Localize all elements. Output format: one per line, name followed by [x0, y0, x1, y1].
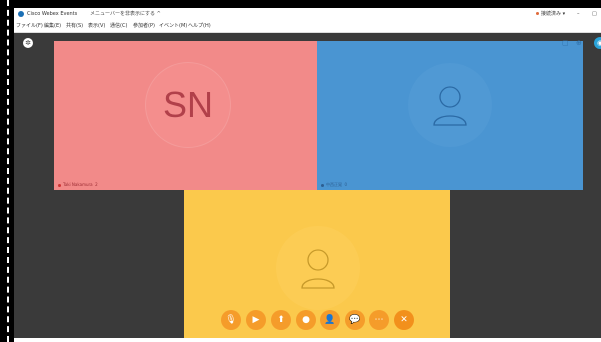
menu-bar: ファイル(F) 編集(E) 共有(S) 表示(V) 通信(C) 参加者(P) イ… — [14, 20, 601, 33]
webex-window: Cisco Webex Events メニューバーを非表示にする ^ 接続済み … — [14, 8, 601, 342]
layout-icon[interactable]: ▢ — [562, 38, 569, 48]
record-icon[interactable]: ● — [296, 310, 316, 330]
menu-communicate[interactable]: 通信(C) — [110, 20, 127, 32]
more-icon[interactable]: ⋯ — [369, 310, 389, 330]
person-icon — [433, 86, 467, 126]
participants-panel-icon[interactable]: ◉ — [594, 37, 601, 49]
participant-name-label: Taki Nakamura 2 — [58, 182, 98, 188]
menu-share[interactable]: 共有(S) — [66, 20, 83, 32]
menu-help[interactable]: ヘルプ(H) — [188, 20, 211, 32]
participant-tile-blue[interactable]: 中西正晃 0 — [317, 41, 583, 190]
person-icon — [301, 249, 335, 289]
menu-participant[interactable]: 参加者(P) — [133, 20, 155, 32]
mic-muted-icon — [58, 183, 61, 187]
leave-icon[interactable]: ✕ — [394, 310, 414, 330]
menu-file[interactable]: ファイル(F) — [16, 20, 43, 32]
fullscreen-icon[interactable]: ⊕ — [576, 38, 582, 48]
window-title: Cisco Webex Events — [27, 11, 78, 17]
participants-icon[interactable]: 👤 — [320, 310, 340, 330]
maximize-button[interactable]: □ — [592, 8, 597, 20]
webex-logo-icon — [18, 11, 24, 17]
share-icon[interactable]: ⬆ — [271, 310, 291, 330]
minimize-button[interactable]: – — [577, 8, 580, 20]
connection-status[interactable]: 接続済み ▾ — [536, 8, 565, 20]
title-bar: Cisco Webex Events メニューバーを非表示にする ^ 接続済み … — [14, 8, 601, 20]
mute-icon[interactable]: 🎙 — [221, 310, 241, 330]
gear-icon[interactable]: ✲ — [23, 38, 33, 48]
menu-view[interactable]: 表示(V) — [88, 20, 105, 32]
chat-icon[interactable]: 💬 — [345, 310, 365, 330]
avatar-initials: SN — [162, 84, 213, 125]
participant-tile-sn[interactable]: SN Taki Nakamura 2 — [54, 41, 317, 190]
connection-icon — [536, 12, 539, 15]
participant-tile-yellow[interactable]: 🎙 ▶ ⬆ ● 👤 💬 ⋯ ✕ — [184, 190, 450, 341]
menu-event[interactable]: イベント(M) — [159, 20, 187, 32]
bottom-strip — [14, 338, 601, 342]
avatar — [408, 63, 492, 147]
mic-icon — [321, 183, 324, 187]
avatar: SN — [146, 63, 230, 147]
avatar — [276, 226, 360, 310]
menu-edit[interactable]: 編集(E) — [44, 20, 61, 32]
hide-menubar-toggle[interactable]: メニューバーを非表示にする ^ — [90, 8, 161, 20]
left-dashed-border — [7, 0, 9, 342]
video-stage: ✲ SN Taki Nakamura 2 中西正晃 0 ▢ ⊕ ◉ 🎙 ▶ ⬆ … — [14, 33, 601, 342]
video-icon[interactable]: ▶ — [246, 310, 266, 330]
participant-name-label: 中西正晃 0 — [321, 182, 347, 188]
